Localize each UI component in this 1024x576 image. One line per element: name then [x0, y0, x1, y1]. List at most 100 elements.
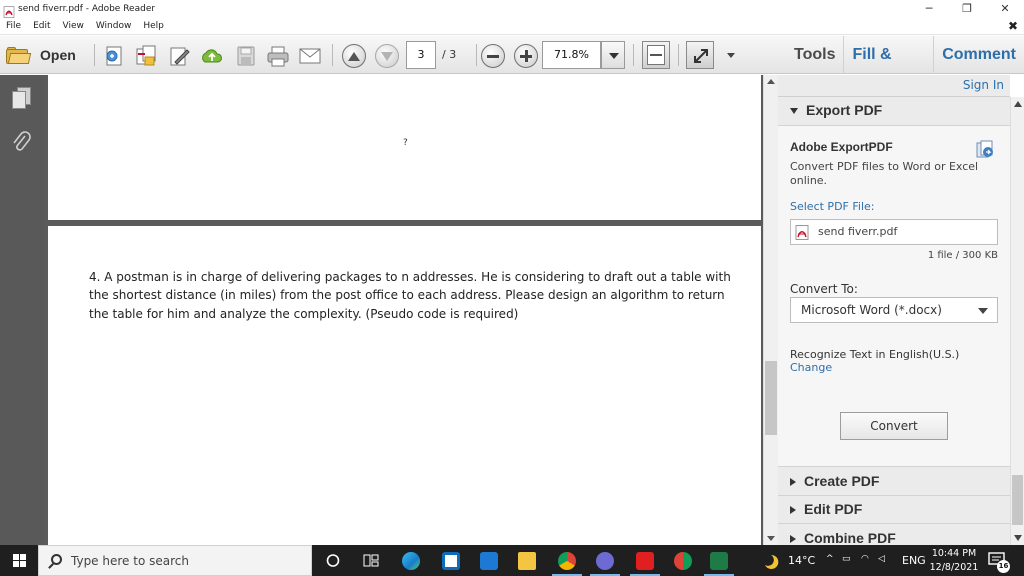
page-fit-icon: [647, 45, 665, 65]
convert-button[interactable]: Convert: [840, 412, 948, 440]
clock-date: 12/8/2021: [929, 562, 979, 573]
edit-pdf-header[interactable]: Edit PDF: [778, 496, 1010, 522]
menu-help[interactable]: Help: [137, 21, 170, 31]
scroll-down-arrow-icon[interactable]: [767, 536, 775, 541]
mail-icon[interactable]: [470, 545, 508, 576]
expand-triangle-icon: [790, 535, 796, 544]
divider: [778, 523, 1010, 524]
save-icon[interactable]: [234, 45, 258, 67]
weather-icon[interactable]: [752, 545, 790, 576]
tab-comment[interactable]: Comment: [933, 36, 1024, 74]
scroll-up-arrow-icon[interactable]: [767, 79, 775, 84]
tools-pane: Sign In Export PDF Adobe ExportPDF Conve…: [778, 75, 1010, 546]
taskbar-search-box[interactable]: Type here to search: [38, 545, 312, 576]
close-document-button[interactable]: ✖: [1008, 19, 1018, 33]
create-pdf-label: Create PDF: [804, 473, 880, 489]
start-button[interactable]: [0, 545, 38, 576]
title-bar: send fiverr.pdf - Adobe Reader ─ ❐ ✕: [0, 0, 1024, 18]
microsoft-store-icon[interactable]: [432, 545, 470, 576]
open-label: Open: [40, 47, 76, 63]
scroll-up-arrow-icon[interactable]: [1014, 101, 1022, 107]
arrow-up-icon: [348, 51, 360, 61]
zoom-level-input[interactable]: 71.8%: [542, 41, 601, 69]
search-placeholder: Type here to search: [71, 554, 189, 568]
edit-pdf-icon[interactable]: [168, 45, 192, 67]
attachments-paperclip-icon[interactable]: [12, 131, 32, 157]
sign-in-link[interactable]: Sign In: [963, 78, 1004, 92]
create-pdf-icon[interactable]: [102, 45, 126, 67]
plus-icon: [520, 50, 532, 62]
notification-center-icon[interactable]: 16: [988, 551, 1010, 573]
zoom-out-button[interactable]: [481, 44, 505, 68]
change-language-link[interactable]: Change: [790, 361, 832, 374]
minimize-button[interactable]: ─: [910, 0, 948, 18]
pdf-file-icon: [795, 225, 809, 240]
tools-pane-scrollbar[interactable]: [1010, 97, 1024, 545]
notification-badge: 16: [997, 560, 1010, 573]
create-pdf-header[interactable]: Create PDF: [778, 468, 1010, 494]
menu-file[interactable]: File: [0, 21, 27, 31]
cortana-button[interactable]: [314, 545, 352, 576]
menu-bar: File Edit View Window Help ✖: [0, 18, 1024, 35]
vpn-app-icon[interactable]: [664, 545, 702, 576]
task-view-button[interactable]: [352, 545, 390, 576]
restore-button[interactable]: ❐: [948, 0, 986, 18]
menu-edit[interactable]: Edit: [27, 21, 56, 31]
export-pdf-section: Adobe ExportPDF Convert PDF files to Wor…: [778, 125, 1010, 467]
convert-format-select[interactable]: Microsoft Word (*.docx): [790, 297, 998, 323]
menu-view[interactable]: View: [57, 21, 90, 31]
selected-pdf-file-field[interactable]: send fiverr.pdf: [790, 219, 998, 245]
windows-logo-icon: [13, 561, 19, 567]
media-app-icon[interactable]: [586, 545, 624, 576]
file-explorer-icon[interactable]: [508, 545, 546, 576]
adobe-reader-taskbar-icon[interactable]: [626, 545, 664, 576]
zoom-in-button[interactable]: [514, 44, 538, 68]
scroll-thumb[interactable]: [1012, 475, 1023, 525]
export-pdf-header[interactable]: Export PDF: [778, 97, 1010, 123]
scroll-down-arrow-icon[interactable]: [1014, 535, 1022, 541]
combine-files-icon[interactable]: [134, 45, 158, 67]
excel-icon[interactable]: [700, 545, 738, 576]
upload-cloud-icon[interactable]: [200, 45, 224, 67]
scroll-thumb[interactable]: [765, 361, 777, 435]
language-indicator[interactable]: ENG: [902, 554, 926, 567]
tab-fill-sign[interactable]: Fill & Sign: [843, 36, 933, 101]
full-screen-button[interactable]: [686, 41, 714, 69]
menu-window[interactable]: Window: [90, 21, 138, 31]
fit-page-button[interactable]: [642, 41, 670, 69]
expand-triangle-icon: [790, 478, 796, 487]
export-pdf-label: Export PDF: [806, 102, 883, 118]
pdf-page-3: 4. A postman is in charge of delivering …: [48, 226, 761, 545]
tab-tools[interactable]: Tools: [786, 36, 843, 74]
document-viewport[interactable]: ? 4. A postman is in charge of deliverin…: [44, 75, 763, 545]
next-page-button[interactable]: [375, 44, 399, 68]
system-clock[interactable]: 10:44 PM 12/8/2021: [924, 547, 984, 575]
clock-time: 10:44 PM: [931, 548, 977, 559]
convert-to-label: Convert To:: [790, 282, 858, 296]
adobe-reader-window: send fiverr.pdf - Adobe Reader ─ ❐ ✕ Fil…: [0, 0, 1024, 576]
export-description: Convert PDF files to Word or Excel onlin…: [790, 160, 979, 187]
navigation-pane: [0, 75, 44, 545]
edit-pdf-label: Edit PDF: [804, 501, 863, 517]
open-button[interactable]: Open: [4, 42, 86, 68]
page-number-input[interactable]: 3: [406, 41, 436, 69]
tray-overflow-chevron-icon[interactable]: ^: [826, 554, 834, 564]
previous-page-button[interactable]: [342, 44, 366, 68]
search-icon: [51, 554, 62, 565]
export-pdf-icon: [976, 140, 994, 158]
wifi-icon[interactable]: ◠: [861, 554, 869, 564]
document-scrollbar[interactable]: [763, 75, 778, 545]
windows-taskbar: Type here to search 14°C ^ ▭ ◠ ◁ ENG 10:…: [0, 545, 1024, 576]
chrome-icon[interactable]: [548, 545, 586, 576]
close-window-button[interactable]: ✕: [986, 0, 1024, 18]
print-icon[interactable]: [266, 45, 290, 67]
toolbar-separator: [332, 44, 333, 66]
edge-browser-icon[interactable]: [392, 545, 430, 576]
page-thumbnails-icon[interactable]: [12, 87, 32, 109]
network-icon[interactable]: ▭: [842, 554, 851, 564]
volume-icon[interactable]: ◁: [878, 554, 885, 564]
email-icon[interactable]: [298, 45, 322, 67]
toolbar-more-dropdown[interactable]: [726, 50, 736, 60]
right-pane-tabs: Tools Fill & Sign Comment: [786, 36, 1024, 101]
zoom-dropdown-button[interactable]: [601, 41, 625, 69]
